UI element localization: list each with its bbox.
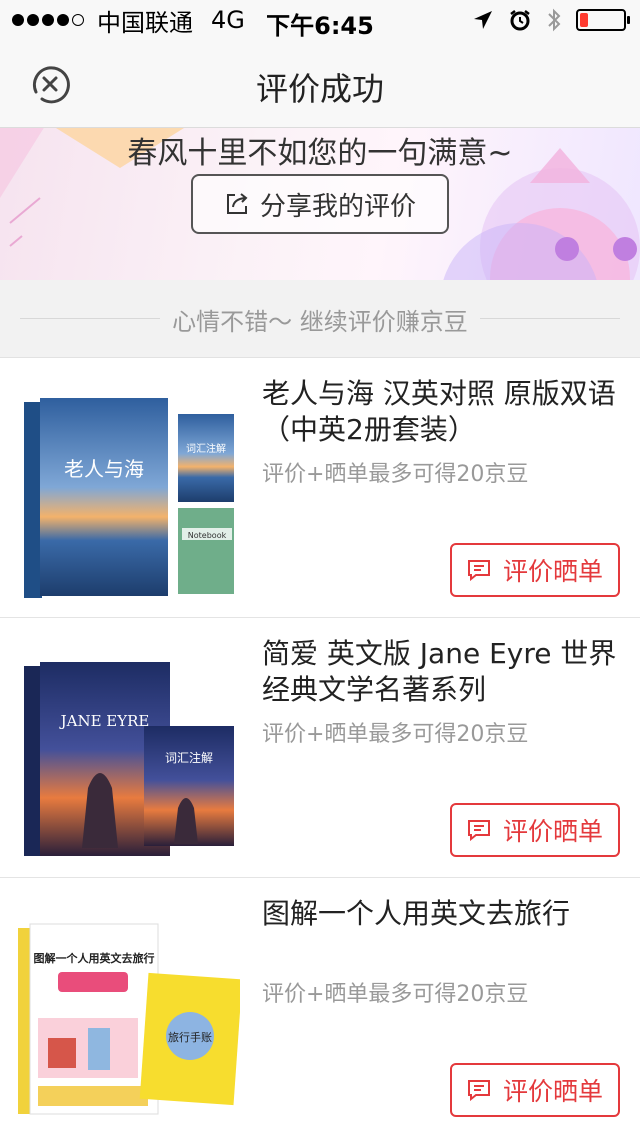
cover-title: JANE EYRE bbox=[59, 712, 150, 730]
product-cover-image: 图解一个人用英文去旅行 旅行手账 bbox=[18, 923, 240, 1115]
battery-icon bbox=[576, 9, 630, 31]
cover-title: 图解一个人用英文去旅行 bbox=[34, 951, 155, 965]
product-reward-hint: 评价+晒单最多可得20京豆 bbox=[262, 462, 529, 487]
cover-note-label: Notebook bbox=[188, 531, 227, 540]
product-cover-image: 老人与海 词汇注解 Notebook bbox=[24, 398, 234, 598]
review-button[interactable]: 评价晒单 bbox=[450, 1063, 620, 1117]
status-right bbox=[458, 6, 630, 34]
section-divider: 心情不错～ 继续评价赚京豆 bbox=[0, 280, 640, 358]
product-name: 简爱 英文版 Jane Eyre 世界经典文学名著系列 bbox=[262, 637, 617, 706]
review-button-label: 评价晒单 bbox=[502, 1077, 603, 1106]
product-reward-hint: 评价+晒单最多可得20京豆 bbox=[262, 722, 529, 747]
banner-slogan: 春风十里不如您的一句满意~ bbox=[127, 136, 513, 171]
review-button[interactable]: 评价晒单 bbox=[450, 803, 620, 857]
product-item[interactable]: JANE EYRE 词汇注解 简爱 英文版 Jane Eyre 世界经典文学名著… bbox=[0, 618, 640, 878]
share-button-label: 分享我的评价 bbox=[259, 191, 416, 222]
review-button-label: 评价晒单 bbox=[502, 817, 603, 846]
alarm-clock-icon bbox=[510, 10, 530, 31]
bluetooth-icon bbox=[548, 8, 561, 32]
product-reward-hint: 评价+晒单最多可得20京豆 bbox=[262, 982, 529, 1007]
nav-bar: 评价成功 bbox=[0, 40, 640, 128]
product-item[interactable]: 图解一个人用英文去旅行 旅行手账 图解一个人用英文去旅行 评价+晒单最多可得20… bbox=[0, 878, 640, 1136]
page-title: 评价成功 bbox=[255, 70, 384, 108]
location-arrow-icon bbox=[474, 11, 492, 29]
cover-side-title: 词汇注解 bbox=[186, 442, 226, 455]
cover-side-title: 旅行手账 bbox=[168, 1030, 212, 1044]
product-cover-image: JANE EYRE 词汇注解 bbox=[24, 662, 234, 856]
review-button-label: 评价晒单 bbox=[502, 557, 603, 586]
product-item[interactable]: 老人与海 词汇注解 Notebook 老人与海 汉英对照 原版双语（中英2册套装… bbox=[0, 358, 640, 618]
share-review-button[interactable]: 分享我的评价 bbox=[191, 174, 449, 234]
cover-side-title: 词汇注解 bbox=[165, 750, 213, 765]
share-banner: 春风十里不如您的一句满意~ 分享我的评价 bbox=[0, 128, 640, 280]
comment-icon bbox=[467, 820, 490, 841]
comment-icon bbox=[467, 1080, 490, 1101]
comment-icon bbox=[467, 560, 490, 581]
status-bar: 中国联通 4G 下午6:45 bbox=[0, 0, 640, 40]
share-icon bbox=[226, 193, 248, 214]
review-button[interactable]: 评价晒单 bbox=[450, 543, 620, 597]
product-name: 老人与海 汉英对照 原版双语（中英2册套装） bbox=[262, 377, 616, 446]
divider-text: 心情不错～ 继续评价赚京豆 bbox=[172, 308, 468, 336]
product-name: 图解一个人用英文去旅行 bbox=[262, 897, 571, 930]
cover-title: 老人与海 bbox=[64, 457, 144, 481]
